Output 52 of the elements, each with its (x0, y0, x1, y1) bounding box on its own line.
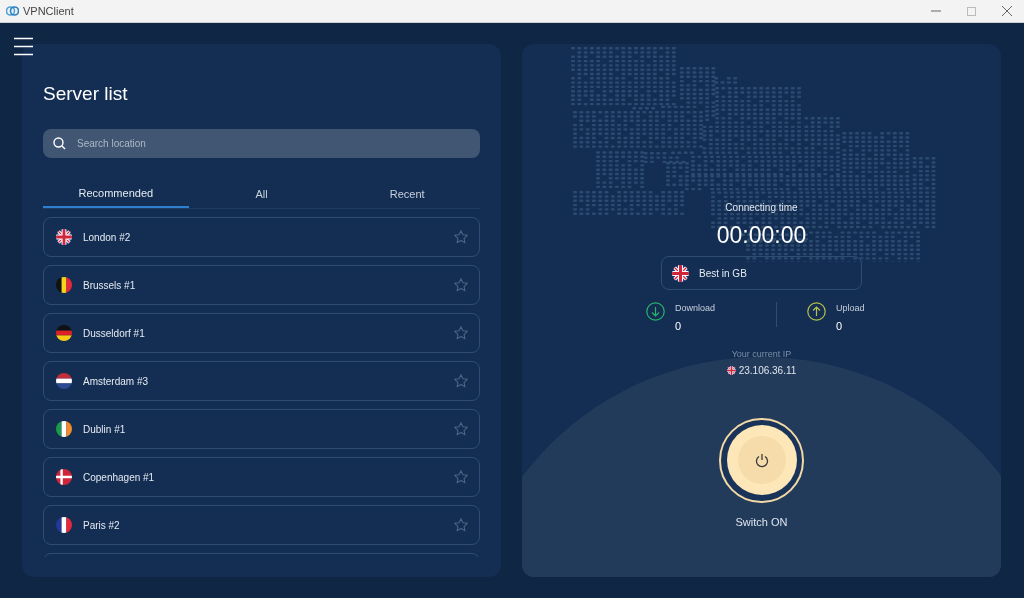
horizontal-tricolor-flag-icon (56, 325, 72, 341)
search-field[interactable]: Search location (43, 129, 480, 158)
server-name: Brussels #1 (83, 278, 136, 293)
menu-icon[interactable] (14, 37, 33, 56)
vertical-tricolor-flag-icon (56, 277, 72, 293)
server-row[interactable]: Paris #2 (43, 505, 480, 545)
vertical-tricolor-flag-icon (56, 421, 72, 437)
star-icon[interactable] (453, 469, 469, 485)
close-icon[interactable] (1002, 6, 1012, 16)
server-row[interactable]: Dublin #1 (43, 409, 480, 449)
upload-label: Upload (836, 302, 865, 315)
power-label: Switch ON (735, 514, 788, 530)
server-name: Amsterdam #3 (83, 374, 149, 389)
star-icon[interactable] (453, 421, 469, 437)
ip-address: 23.106.36.11 (738, 363, 797, 378)
download-label: Download (675, 302, 716, 315)
ip-label: Your current IP (731, 348, 792, 361)
star-icon[interactable] (453, 277, 469, 293)
panel-title: Server list (43, 82, 129, 106)
star-icon[interactable] (453, 325, 469, 341)
server-name: Copenhagen #1 (83, 470, 155, 485)
maximize-icon[interactable] (967, 6, 976, 16)
server-name: Paris #2 (83, 518, 120, 533)
union-jack-flag-icon (56, 229, 72, 245)
location-selector[interactable]: Best in GB (661, 256, 862, 290)
app-logo-icon (6, 6, 19, 16)
server-row[interactable]: London #2 (43, 217, 480, 257)
horizontal-tricolor-flag-icon (56, 373, 72, 389)
server-name: Dusseldorf #1 (83, 326, 145, 341)
window-title: VPNClient (23, 3, 74, 19)
nordic-cross-flag-icon (56, 469, 72, 485)
tab[interactable]: Recent (334, 180, 480, 208)
server-name: Dublin #1 (83, 422, 126, 437)
union-jack-flag-icon (726, 365, 736, 375)
download-value: 0 (675, 318, 683, 334)
server-row[interactable]: Copenhagen #1 (43, 457, 480, 497)
power-icon (754, 452, 769, 468)
star-icon[interactable] (453, 373, 469, 389)
tab[interactable]: All (188, 180, 335, 208)
tab[interactable]: Recommended (43, 180, 189, 208)
server-name: London #2 (83, 230, 131, 245)
union-jack-flag-icon (672, 264, 689, 282)
server-row[interactable]: Amsterdam #3 (43, 361, 480, 401)
vertical-tricolor-flag-icon (56, 517, 72, 533)
time-label: Connecting time (725, 201, 798, 215)
connection-timer: 00:00:00 (716, 221, 807, 249)
server-row[interactable]: Brussels #1 (43, 265, 480, 305)
star-icon[interactable] (453, 229, 469, 245)
search-icon (53, 137, 66, 150)
server-row[interactable]: Dusseldorf #1 (43, 313, 480, 353)
star-icon[interactable] (453, 517, 469, 533)
upload-value: 0 (836, 318, 844, 334)
